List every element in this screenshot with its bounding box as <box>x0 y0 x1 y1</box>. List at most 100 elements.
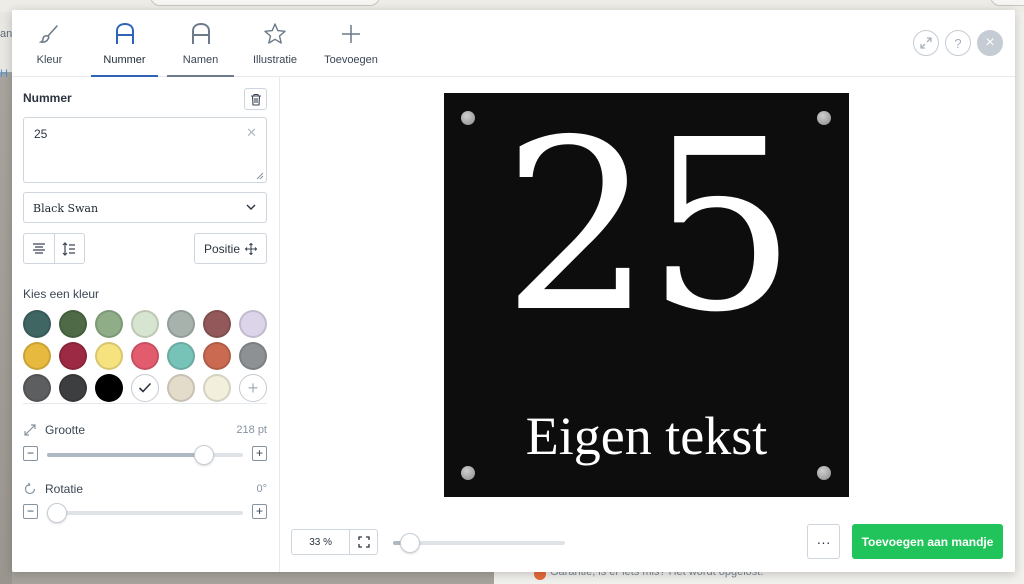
color-swatch[interactable] <box>239 310 267 338</box>
fullscreen-button[interactable] <box>913 30 939 56</box>
rotation-decrease-button[interactable]: − <box>23 504 38 519</box>
tab-label: Toevoegen <box>324 54 378 66</box>
size-increase-button[interactable]: + <box>252 446 267 461</box>
tab-toevoegen[interactable]: Toevoegen <box>323 10 379 77</box>
move-icon <box>245 242 258 255</box>
tab-kleur[interactable]: Kleur <box>32 10 67 77</box>
color-swatch[interactable] <box>167 310 195 338</box>
panel-title: Nummer <box>23 91 72 105</box>
house-number-plate[interactable]: 25 Eigen tekst <box>444 93 849 497</box>
alignment-toggle-group <box>23 233 85 264</box>
rotation-slider-handle[interactable] <box>47 503 67 523</box>
background-header-button <box>990 0 1024 6</box>
color-swatch[interactable] <box>203 374 231 402</box>
clear-icon[interactable]: ✕ <box>246 125 257 141</box>
tab-namen[interactable]: Namen <box>167 10 234 77</box>
resize-icon <box>24 424 36 436</box>
fit-to-screen-button[interactable] <box>349 530 377 554</box>
position-button[interactable]: Positie <box>194 233 267 264</box>
zoom-slider-handle[interactable] <box>400 533 421 553</box>
help-icon: ? <box>954 35 962 51</box>
color-swatch[interactable] <box>167 374 195 402</box>
color-swatch[interactable] <box>23 342 51 370</box>
size-slider[interactable] <box>47 445 243 465</box>
tab-illustratie[interactable]: Illustratie <box>249 10 301 77</box>
rotation-row: Rotatie 0° <box>23 481 267 499</box>
screw-bottom-right <box>817 466 831 480</box>
color-swatch[interactable] <box>131 342 159 370</box>
panel-divider <box>23 403 267 404</box>
preview-canvas: 25 Eigen tekst 33 % ··· Toevoegen aan ma… <box>280 77 1015 572</box>
background-left-link: H <box>0 68 8 80</box>
color-swatch[interactable] <box>23 374 51 402</box>
color-swatch[interactable] <box>203 310 231 338</box>
add-to-cart-label: Toevoegen aan mandje <box>861 534 994 549</box>
fit-screen-icon <box>358 536 370 548</box>
color-swatch[interactable] <box>131 374 159 402</box>
background-page-right <box>1014 12 1024 572</box>
close-icon: × <box>985 34 995 51</box>
background-page-left <box>0 12 12 584</box>
add-color-button[interactable]: + <box>239 374 267 402</box>
position-label: Positie <box>203 241 241 256</box>
check-icon <box>138 382 152 393</box>
background-search-bar <box>150 0 380 6</box>
zoom-control: 33 % <box>291 529 378 555</box>
settings-panel: Nummer 25 ✕ Black Swan Positie Kies een … <box>12 77 280 572</box>
font-select[interactable]: Black Swan <box>23 192 267 223</box>
zoom-slider[interactable] <box>393 533 565 553</box>
resize-grip-icon[interactable] <box>256 172 264 180</box>
color-swatch[interactable] <box>59 310 87 338</box>
rotation-increase-button[interactable]: + <box>252 504 267 519</box>
tab-label: Kleur <box>36 54 63 66</box>
size-slider-row: − + <box>23 444 267 465</box>
letter-a-icon <box>188 22 214 46</box>
rotation-slider-row: − + <box>23 502 267 523</box>
size-slider-fill <box>47 453 204 457</box>
color-swatch[interactable] <box>23 310 51 338</box>
zoom-value[interactable]: 33 % <box>292 530 349 554</box>
screw-bottom-left <box>461 466 475 480</box>
color-swatch[interactable] <box>95 310 123 338</box>
delete-button[interactable] <box>244 88 267 110</box>
close-button[interactable]: × <box>977 30 1003 56</box>
plus-icon <box>338 22 364 46</box>
color-swatch[interactable] <box>95 342 123 370</box>
line-spacing-icon <box>63 241 76 256</box>
tab-nummer[interactable]: Nummer <box>91 10 158 77</box>
rotation-value: 0° <box>256 483 267 495</box>
text-align-button[interactable] <box>24 234 54 263</box>
size-decrease-button[interactable]: − <box>23 446 38 461</box>
font-select-value: Black Swan <box>33 202 99 215</box>
rotation-slider[interactable] <box>47 503 243 523</box>
chevron-down-icon <box>246 204 256 210</box>
more-options-button[interactable]: ··· <box>807 524 840 559</box>
rotate-icon <box>24 482 36 495</box>
letter-a-icon <box>112 22 138 46</box>
trash-icon <box>250 93 261 106</box>
color-swatch[interactable] <box>239 342 267 370</box>
size-value: 218 pt <box>236 424 267 436</box>
number-text-value: 25 <box>34 127 48 141</box>
color-swatch[interactable] <box>167 342 195 370</box>
color-swatch[interactable] <box>59 342 87 370</box>
background-page-bottom <box>12 570 494 584</box>
size-row: Grootte 218 pt <box>23 422 267 440</box>
number-text-input[interactable]: 25 ✕ <box>23 117 267 183</box>
tab-label: Nummer <box>103 54 146 66</box>
brush-icon <box>37 22 63 46</box>
line-spacing-button[interactable] <box>53 234 84 263</box>
plate-number-text[interactable]: 25 <box>444 109 849 345</box>
add-to-cart-button[interactable]: Toevoegen aan mandje <box>852 524 1003 559</box>
align-center-icon <box>32 242 45 254</box>
tab-label: Namen <box>182 54 219 66</box>
color-swatch[interactable] <box>95 374 123 402</box>
color-swatch[interactable] <box>59 374 87 402</box>
size-slider-handle[interactable] <box>193 445 214 465</box>
size-label: Grootte <box>45 423 86 437</box>
color-swatch[interactable] <box>203 342 231 370</box>
help-button[interactable]: ? <box>945 30 971 56</box>
color-swatch[interactable] <box>131 310 159 338</box>
plate-custom-text[interactable]: Eigen tekst <box>444 405 849 467</box>
editor-modal: Kleur Nummer Namen Illustratie Toevoegen… <box>12 10 1015 572</box>
